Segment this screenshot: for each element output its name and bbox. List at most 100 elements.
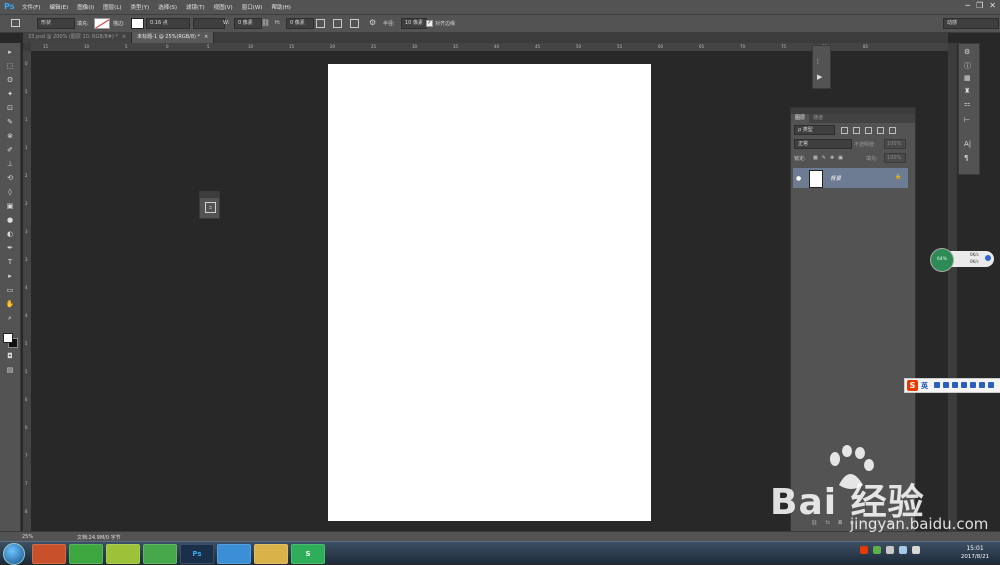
smart-object-filter-icon[interactable]: [889, 127, 896, 134]
stroke-width-input[interactable]: 0.16 点: [146, 18, 190, 29]
menu-type[interactable]: 类型(Y): [131, 3, 150, 11]
emoji-icon[interactable]: [943, 382, 949, 388]
align-edges-option[interactable]: ✓ 对齐边缘: [426, 20, 455, 27]
paragraph-icon[interactable]: ¶: [964, 154, 968, 162]
clone-stamp-tool-icon[interactable]: ⊥: [4, 159, 16, 170]
gradient-tool-icon[interactable]: ▣: [4, 201, 16, 212]
eraser-tool-icon[interactable]: ◊: [4, 187, 16, 198]
path-operation-icon[interactable]: [316, 19, 325, 28]
taskbar-app-360-icon[interactable]: [32, 544, 66, 564]
quick-mask-icon[interactable]: ◘: [4, 351, 16, 362]
shape-filter-icon[interactable]: [877, 127, 884, 134]
skin-icon[interactable]: [979, 382, 985, 388]
sogou-logo-icon[interactable]: S: [907, 380, 918, 391]
path-selection-tool-icon[interactable]: ▸: [4, 271, 16, 282]
lock-transparent-icon[interactable]: ▩: [813, 155, 818, 161]
menu-filter[interactable]: 滤镜(T): [186, 3, 205, 11]
path-arrangement-icon[interactable]: [350, 19, 359, 28]
rectangle-tool-icon[interactable]: ▭: [4, 285, 16, 296]
menu-layer[interactable]: 图层(L): [103, 3, 121, 11]
width-input[interactable]: 0 像素: [234, 18, 262, 29]
punctuation-icon[interactable]: [934, 382, 940, 388]
gear-icon[interactable]: ⚙: [369, 18, 376, 27]
taskbar-app-folder-icon[interactable]: [254, 544, 288, 564]
path-alignment-icon[interactable]: [333, 19, 342, 28]
healing-brush-tool-icon[interactable]: ⊗: [4, 131, 16, 142]
taskbar-app-cloud-icon[interactable]: [217, 544, 251, 564]
network-speed-widget[interactable]: 64% 0K/s 0K/s: [930, 248, 996, 272]
link-icon[interactable]: ⛓: [261, 19, 270, 27]
menu-select[interactable]: 选择(S): [158, 3, 177, 11]
info-icon[interactable]: ⓘ: [964, 61, 971, 71]
swatches-icon[interactable]: ▦: [964, 74, 971, 82]
microphone-icon[interactable]: [952, 382, 958, 388]
flag-tray-icon[interactable]: [886, 546, 894, 554]
menu-view[interactable]: 视图(V): [214, 3, 233, 11]
opacity-input[interactable]: 100%: [884, 139, 906, 149]
lasso-tool-icon[interactable]: ʘ: [4, 75, 16, 86]
menu-help[interactable]: 帮助(H): [271, 3, 290, 11]
close-button[interactable]: ✕: [989, 1, 996, 11]
volume-tray-icon[interactable]: [912, 546, 920, 554]
height-input[interactable]: 0 像素: [286, 18, 314, 29]
type-filter-icon[interactable]: [865, 127, 872, 134]
foreground-color-swatch[interactable]: [3, 333, 13, 343]
screen-mode-icon[interactable]: ▤: [4, 365, 16, 376]
start-button[interactable]: [3, 543, 25, 565]
fill-swatch[interactable]: [94, 18, 110, 29]
adjustment-filter-icon[interactable]: [853, 127, 860, 134]
workspace-select[interactable]: 动感: [943, 18, 999, 29]
stroke-swatch[interactable]: [131, 18, 144, 29]
crop-tool-icon[interactable]: ⊡: [4, 103, 16, 114]
menu-file[interactable]: 文件(F): [22, 3, 40, 11]
move-tool-icon[interactable]: ▸: [4, 47, 16, 58]
fill-input[interactable]: 100%: [884, 153, 906, 163]
tab-33-psd[interactable]: 33.psd @ 200% (图层 10, RGB/8#) * ×: [23, 32, 133, 43]
vertical-ruler[interactable]: 0 5 1 1 2 2 3 3 4 4 5 5 6 6 7 7 8: [23, 51, 31, 531]
blur-tool-icon[interactable]: ●: [4, 215, 16, 226]
wrench-icon[interactable]: [988, 382, 994, 388]
brush-tool-icon[interactable]: ✐: [4, 145, 16, 156]
accelerate-icon[interactable]: [985, 255, 991, 261]
close-icon[interactable]: ×: [122, 34, 126, 40]
lock-position-icon[interactable]: ✥: [830, 155, 834, 161]
eye-icon[interactable]: ●: [796, 175, 801, 182]
dodge-tool-icon[interactable]: ◐: [4, 229, 16, 240]
ime-tray-icon[interactable]: [860, 546, 868, 554]
user-icon[interactable]: [970, 382, 976, 388]
eyedropper-tool-icon[interactable]: ✎: [4, 117, 16, 128]
document-canvas[interactable]: [328, 64, 651, 521]
history-brush-tool-icon[interactable]: ⟲: [4, 173, 16, 184]
lock-all-icon[interactable]: ▣: [838, 155, 843, 161]
pen-tool-icon[interactable]: ✒: [4, 243, 16, 254]
menu-edit[interactable]: 编辑(E): [49, 3, 68, 11]
ime-language-toggle[interactable]: 英: [921, 381, 928, 391]
taskbar-app-wechat-icon[interactable]: [143, 544, 177, 564]
tab-channels[interactable]: 通道: [809, 114, 827, 123]
panel-toggle-icon[interactable]: ⌗: [205, 202, 216, 213]
document-size-info[interactable]: 文档:24.9M/0 字节: [77, 534, 121, 541]
close-icon[interactable]: ×: [204, 34, 208, 40]
magic-wand-tool-icon[interactable]: ✦: [4, 89, 16, 100]
security-tray-icon[interactable]: [873, 546, 881, 554]
lock-image-icon[interactable]: ✎: [822, 155, 826, 161]
tab-untitled-1[interactable]: 未标题-1 @ 25%(RGB/8) * ×: [132, 32, 215, 43]
menu-image[interactable]: 图像(I): [77, 3, 94, 11]
menu-window[interactable]: 窗口(W): [242, 3, 263, 11]
clock-time[interactable]: 15:01: [960, 545, 990, 552]
radius-input[interactable]: 10 像素: [401, 18, 427, 29]
taskbar-app-browser-icon[interactable]: [69, 544, 103, 564]
network-tray-icon[interactable]: [899, 546, 907, 554]
history-icon[interactable]: ⚙: [964, 48, 970, 56]
minimize-button[interactable]: ─: [965, 1, 970, 11]
restore-button[interactable]: ❐: [976, 1, 983, 11]
type-tool-icon[interactable]: T: [4, 257, 16, 268]
hand-tool-icon[interactable]: ✋: [4, 299, 16, 310]
clock-date[interactable]: 2017/8/21: [955, 554, 995, 560]
taskbar-app-wps-icon[interactable]: S: [291, 544, 325, 564]
tab-layers[interactable]: 图层: [791, 114, 810, 123]
align-edges-checkbox[interactable]: ✓: [426, 20, 433, 27]
pixel-filter-icon[interactable]: [841, 127, 848, 134]
mini-panel-header[interactable]: [200, 192, 219, 198]
taskbar-app-notes-icon[interactable]: [106, 544, 140, 564]
